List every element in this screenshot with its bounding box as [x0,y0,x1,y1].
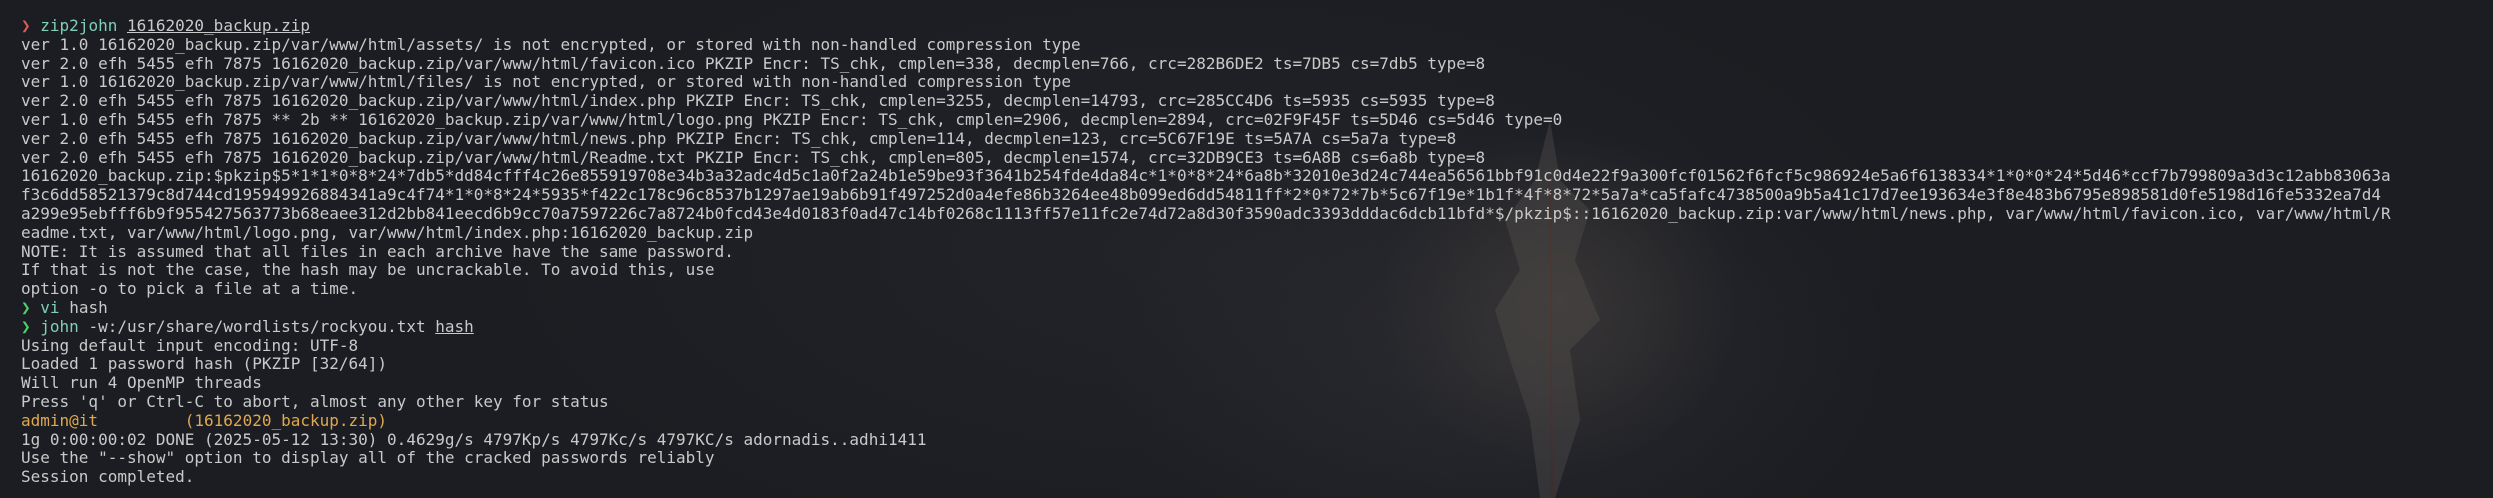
hash-output-line: a299e95ebfff6b9f955427563773b68eaee312d2… [21,204,2391,223]
prompt-arrow-icon: ❯ [21,298,31,317]
note-line: NOTE: It is assumed that all files in ea… [21,242,734,261]
output-line: Will run 4 OpenMP threads [21,374,262,393]
output-line: ver 2.0 efh 5455 efh 7875 16162020_backu… [21,148,1486,167]
status-line: 1g 0:00:00:02 DONE (2025-05-12 13:30) 0.… [21,430,927,449]
command-line-zip2john: ❯ zip2john 16162020_backup.zip [21,17,2493,36]
output-line: ver 2.0 efh 5455 efh 7875 16162020_backu… [21,54,1486,73]
command-name: zip2john [40,17,118,35]
prompt-arrow-icon: ❯ [21,317,31,336]
output-line: Loaded 1 password hash (PKZIP [32/64]) [21,355,388,374]
terminal-window[interactable]: ❯ zip2john 16162020_backup.zip ver 1.0 1… [0,0,2493,498]
hash-output-line: 16162020_backup.zip:$pkzip$5*1*1*0*8*24*… [21,167,2391,186]
output-line: ver 1.0 efh 5455 efh 7875 ** 2b ** 16162… [21,110,1563,129]
cracked-file: (16162020_backup.zip) [184,411,388,430]
note-line: If that is not the case, the hash may be… [21,261,715,280]
output-line: Use the "--show" option to display all o… [21,449,715,468]
command-argument-hashfile[interactable]: hash [435,318,474,336]
output-line: ver 2.0 efh 5455 efh 7875 16162020_backu… [21,92,1495,111]
cracked-password: admin@it [21,411,99,430]
output-line: ver 1.0 16162020_backup.zip/var/www/html… [21,73,1071,92]
note-line: option -o to pick a file at a time. [21,280,359,299]
command-argument-wordlist: -w:/usr/share/wordlists/rockyou.txt [88,317,426,336]
command-argument: hash [69,298,108,317]
output-line: ver 2.0 efh 5455 efh 7875 16162020_backu… [21,129,1457,148]
command-line-vi: ❯ vi hash [21,299,2493,318]
hash-output-line: eadme.txt, var/www/html/logo.png, var/ww… [21,223,754,242]
output-line: Using default input encoding: UTF-8 [21,336,359,355]
command-name: john [40,317,79,336]
command-name: vi [40,298,60,317]
output-line: ver 1.0 16162020_backup.zip/var/www/html… [21,35,1081,54]
command-argument-file[interactable]: 16162020_backup.zip [127,17,310,35]
prompt-arrow-icon: ❯ [21,17,31,35]
command-line-john: ❯ john -w:/usr/share/wordlists/rockyou.t… [21,318,2493,337]
hash-output-line: f3c6dd58521379c8d744cd195949926884341a9c… [21,186,2382,205]
cracked-password-line: admin@it (16162020_backup.zip) [21,412,2493,431]
output-line: Session completed. [21,468,195,487]
output-line: Press 'q' or Ctrl-C to abort, almost any… [21,392,609,411]
